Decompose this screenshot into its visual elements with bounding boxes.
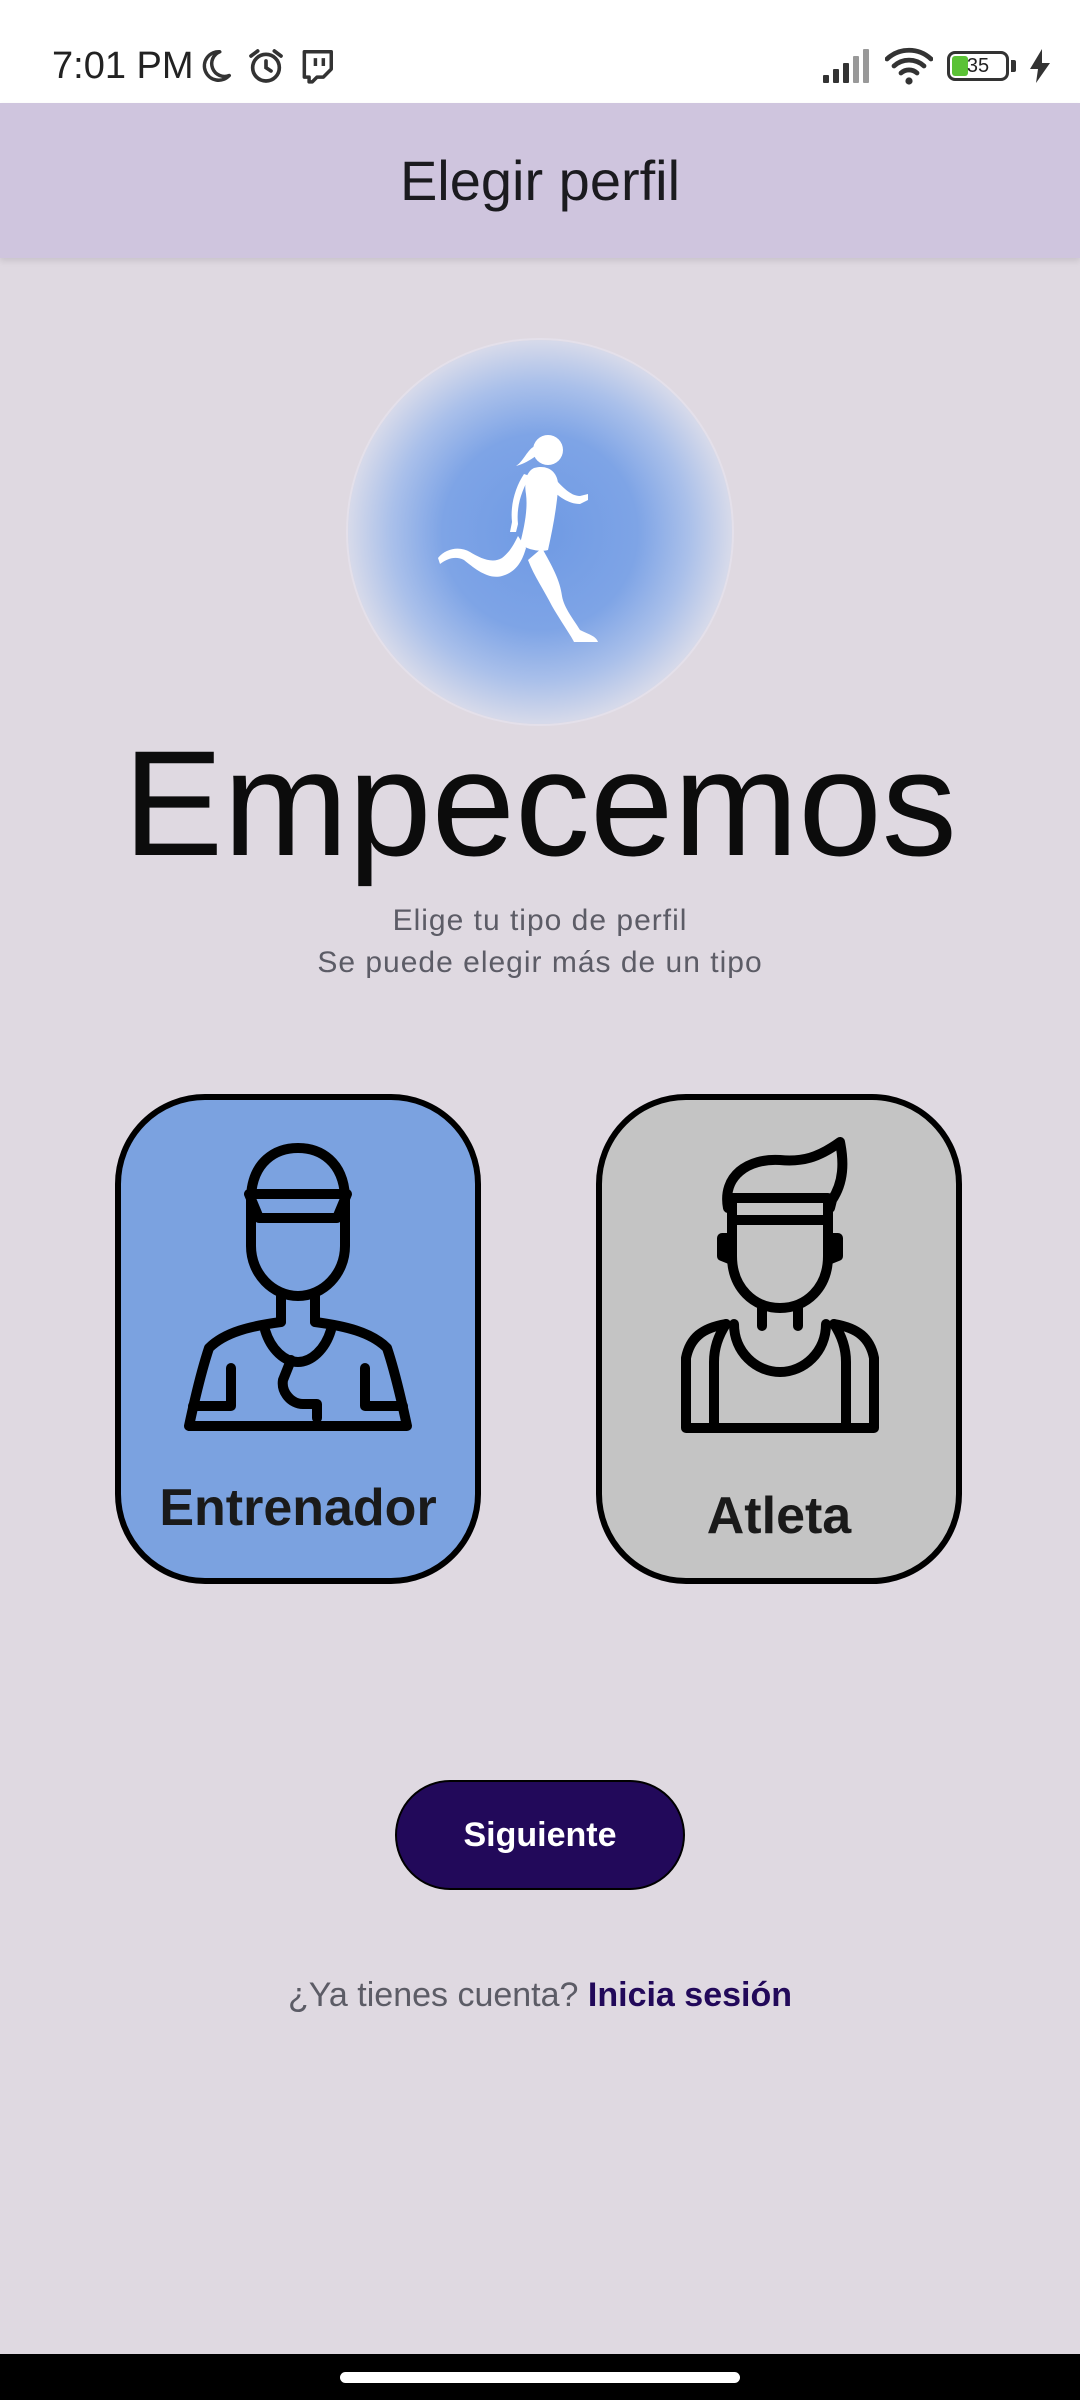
login-row: ¿Ya tienes cuenta? Inicia sesión <box>0 1976 1080 2015</box>
app-bar: Elegir perfil <box>0 103 1080 258</box>
charging-icon <box>1030 49 1050 83</box>
page-title: Elegir perfil <box>399 149 681 212</box>
athlete-icon <box>681 1137 879 1433</box>
profile-label-entrenador: Entrenador <box>159 1479 437 1537</box>
home-indicator[interactable] <box>340 2372 740 2383</box>
navigation-bar <box>0 2354 1080 2400</box>
battery-tip <box>1011 60 1016 72</box>
profile-card-entrenador[interactable]: Entrenador <box>115 1094 481 1584</box>
profile-label-atleta: Atleta <box>706 1487 852 1545</box>
status-icons-right: 35 <box>821 44 1050 88</box>
next-button[interactable]: Siguiente <box>395 1780 685 1890</box>
twitch-icon <box>302 50 333 84</box>
subtitle-line-2: Se puede elegir más de un tipo <box>317 946 763 979</box>
status-time: 7:01 PM <box>52 45 194 87</box>
subtitle-line-1: Elige tu tipo de perfil <box>392 904 688 937</box>
runner-icon <box>438 435 598 642</box>
login-prompt: ¿Ya tienes cuenta? <box>288 1976 579 2014</box>
wifi-icon <box>885 47 933 85</box>
moon-icon <box>202 50 231 82</box>
next-button-label: Siguiente <box>463 1815 617 1854</box>
headline: Empecemos <box>123 719 957 887</box>
status-icons-left <box>196 44 336 88</box>
coach-icon <box>184 1143 412 1431</box>
signal-icon <box>823 49 869 83</box>
battery-level: 35 <box>966 55 990 77</box>
status-bar: 7:01 PM 35 <box>0 0 1080 103</box>
profile-card-atleta[interactable]: Atleta <box>596 1094 962 1584</box>
alarm-icon <box>249 49 283 83</box>
battery-icon: 35 <box>947 51 1009 81</box>
login-link[interactable]: Inicia sesión <box>588 1976 792 2014</box>
